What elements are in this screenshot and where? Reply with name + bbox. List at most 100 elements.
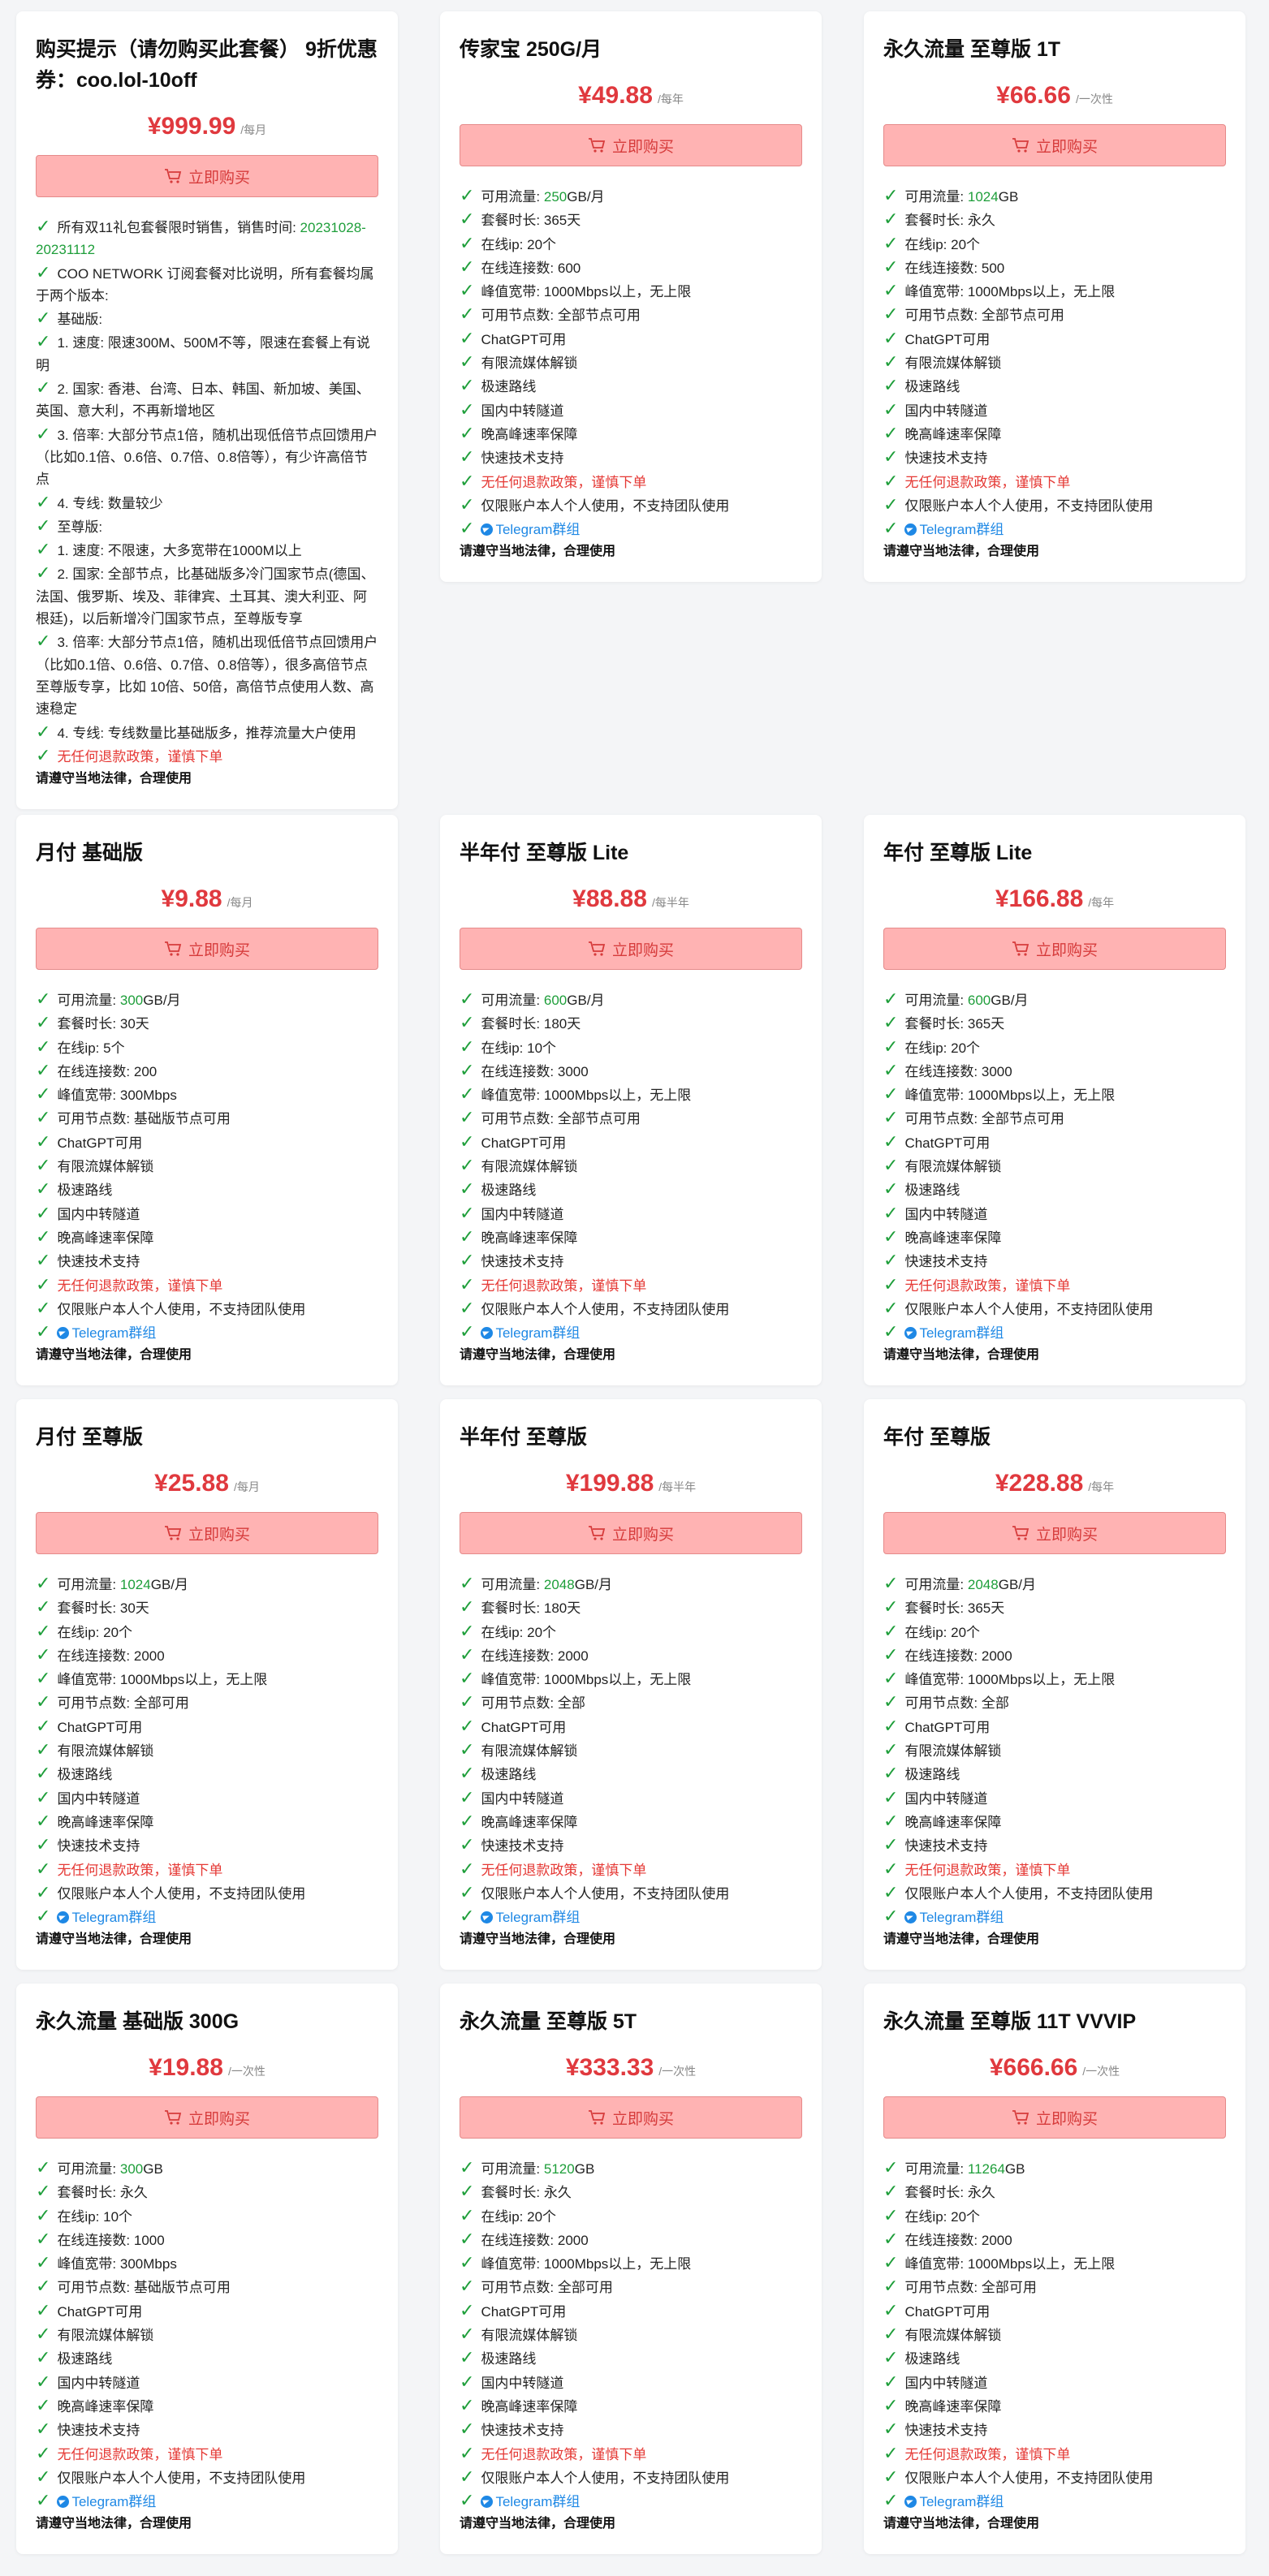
buy-button[interactable]: 立即购买	[460, 928, 802, 970]
buy-button-label: 立即购买	[188, 169, 250, 187]
telegram-link[interactable]: ✓ Telegram群组	[460, 517, 802, 541]
feature-item: ✓ ChatGPT可用	[36, 2299, 143, 2320]
feature-list: ✓ 可用流量: 600GB/月 ✓ 套餐时长: 365天 ✓ 在线ip: 20个 ✓ 在线连接…	[883, 988, 1226, 1344]
feature-item: ✓ 有限流媒体解锁	[460, 1739, 578, 1760]
check-icon: ✓	[36, 1321, 51, 1342]
refund-notice: ✓ 无任何退款政策，谨慎下单	[36, 2442, 223, 2463]
price-row: ¥333.33/一次性	[460, 2053, 802, 2087]
plan-card: 永久流量 至尊版 11T VVVIP ¥666.66/一次性 立即购买 ✓ 可用流量: …	[864, 1984, 1245, 2555]
check-icon: ✓	[883, 1643, 899, 1665]
feature-item: ✓ 在线连接数: 3000	[883, 1059, 1012, 1080]
check-icon: ✓	[460, 1573, 475, 1593]
check-icon: ✓	[883, 209, 899, 230]
feature-list: ✓ 可用流量: 300GB/月 ✓ 套餐时长: 30天 ✓ 在线ip: 5个 ✓ 在线连接数:…	[36, 988, 378, 1344]
check-icon: ✓	[883, 1881, 899, 1902]
telegram-link[interactable]: ✓ Telegram群组	[460, 1905, 802, 1928]
buy-button[interactable]: 立即购买	[883, 928, 1226, 970]
check-icon: ✓	[36, 1715, 51, 1736]
feature-item: ✓ 峰值宽带: 1000Mbps以上，无上限	[460, 1668, 692, 1689]
plan-period: /一次性	[227, 2065, 265, 2078]
check-icon: ✓	[460, 1297, 475, 1318]
check-icon: ✓	[883, 2157, 899, 2178]
check-icon: ✓	[883, 1250, 899, 1271]
price-row: ¥88.88/每半年	[460, 885, 802, 918]
check-icon: ✓	[883, 1131, 899, 1152]
refund-notice: ✓ 无任何退款政策，谨慎下单	[460, 2442, 647, 2463]
buy-button[interactable]: 立即购买	[36, 2096, 378, 2139]
plan-card: 月付 至尊版 ¥25.88/每月 立即购买 ✓ 可用流量: 1024GB/月 ✓ 套餐时长:…	[16, 1399, 398, 1971]
buy-button[interactable]: 立即购买	[36, 155, 378, 197]
feature-item: ✓ 极速路线	[460, 2347, 537, 2368]
telegram-link[interactable]: ✓ Telegram群组	[36, 2489, 378, 2513]
feature-item: ✓ 可用流量: 11264GB	[883, 2157, 1025, 2178]
refund-notice: ✓ 无任何退款政策，谨慎下单	[883, 470, 1071, 491]
plan-period: /每年	[1088, 896, 1115, 909]
telegram-link[interactable]: ✓ Telegram群组	[460, 1320, 802, 1344]
check-icon: ✓	[883, 1834, 899, 1855]
feature-item: ✓ 快速技术支持	[883, 2419, 988, 2440]
check-icon: ✓	[36, 2490, 51, 2511]
check-icon: ✓	[460, 185, 475, 205]
price-row: ¥19.88/一次性	[36, 2053, 378, 2087]
feature-item: ✓ 国内中转隧道	[460, 1202, 564, 1223]
feature-item: ✓ ChatGPT可用	[883, 327, 991, 348]
check-icon: ✓	[883, 446, 899, 467]
check-icon: ✓	[460, 1668, 475, 1689]
feature-list: ✓ 可用流量: 1024GB ✓ 套餐时长: 永久 ✓ 在线ip: 20个 ✓ 在线连接数: …	[883, 184, 1226, 541]
feature-item: ✓ 极速路线	[460, 1763, 537, 1784]
cart-icon	[588, 2110, 606, 2125]
feature-item: ✓ 套餐时长: 永久	[883, 2181, 995, 2202]
feature-item: ✓ 快速技术支持	[36, 2419, 140, 2440]
plan-card: 传家宝 250G/月 ¥49.88/每年 立即购买 ✓ 可用流量: 250GB/月 ✓ 套餐…	[440, 11, 822, 583]
check-icon: ✓	[460, 232, 475, 253]
buy-button[interactable]: 立即购买	[460, 1512, 802, 1554]
buy-button[interactable]: 立即购买	[460, 2096, 802, 2139]
check-icon: ✓	[460, 1131, 475, 1152]
plan-grid: 购买提示（请勿购买此套餐） 9折优惠券：coo.lol-10off ¥999.9…	[0, 0, 1269, 2576]
buy-button[interactable]: 立即购买	[460, 124, 802, 166]
legal-note: 请遵守当地法律，合理使用	[883, 2517, 1040, 2531]
check-icon: ✓	[36, 539, 51, 560]
telegram-link[interactable]: ✓ Telegram群组	[883, 1905, 1226, 1928]
telegram-link[interactable]: ✓ Telegram群组	[883, 1320, 1226, 1344]
feature-item: ✓ 在线ip: 20个	[36, 1620, 133, 1641]
check-icon: ✓	[883, 375, 899, 396]
check-icon: ✓	[883, 1620, 899, 1641]
feature-item: ✓ 有限流媒体解锁	[883, 1155, 1002, 1176]
legal-note: 请遵守当地法律，合理使用	[883, 545, 1040, 559]
telegram-link[interactable]: ✓ Telegram群组	[883, 517, 1226, 541]
feature-item: ✓ 套餐时长: 365天	[883, 1012, 1005, 1033]
telegram-link[interactable]: ✓ Telegram群组	[36, 1320, 378, 1344]
check-icon: ✓	[883, 2347, 899, 2368]
feature-item: ✓ 1. 速度: 限速300M、500M不等，限速在套餐上有说明	[36, 331, 370, 373]
feature-item: ✓ 套餐时长: 180天	[460, 1012, 581, 1033]
feature-item: ✓ 峰值宽带: 300Mbps	[36, 2252, 177, 2273]
check-icon: ✓	[460, 375, 475, 396]
check-icon: ✓	[460, 1739, 475, 1760]
telegram-link[interactable]: ✓ Telegram群组	[36, 1905, 378, 1928]
telegram-link[interactable]: ✓ Telegram群组	[883, 2489, 1226, 2513]
check-icon: ✓	[883, 2181, 899, 2202]
feature-item: ✓ 极速路线	[36, 1763, 113, 1784]
check-icon: ✓	[460, 1083, 475, 1105]
check-icon: ✓	[36, 1107, 51, 1128]
telegram-icon	[904, 523, 917, 536]
buy-button[interactable]: 立即购买	[883, 1512, 1226, 1554]
buy-button[interactable]: 立即购买	[883, 2096, 1226, 2139]
telegram-link[interactable]: ✓ Telegram群组	[460, 2489, 802, 2513]
feature-list: ✓ 可用流量: 5120GB ✓ 套餐时长: 永久 ✓ 在线ip: 20个 ✓ 在线连接数: …	[460, 2156, 802, 2513]
feature-item: ✓ 晚高峰速率保障	[460, 1810, 578, 1831]
check-icon: ✓	[883, 232, 899, 253]
feature-item: ✓ 极速路线	[883, 2347, 960, 2368]
check-icon: ✓	[883, 2466, 899, 2487]
buy-button[interactable]: 立即购买	[36, 928, 378, 970]
check-icon: ✓	[883, 327, 899, 348]
check-icon: ✓	[460, 2419, 475, 2440]
feature-item: ✓ 晚高峰速率保障	[883, 422, 1002, 443]
check-icon: ✓	[36, 2228, 51, 2249]
check-icon: ✓	[36, 423, 51, 444]
buy-button[interactable]: 立即购买	[883, 124, 1226, 166]
feature-item: ✓ 仅限账户本人个人使用，不支持团队使用	[460, 1297, 730, 1318]
buy-button[interactable]: 立即购买	[36, 1512, 378, 1554]
feature-item: ✓ 有限流媒体解锁	[460, 351, 578, 373]
